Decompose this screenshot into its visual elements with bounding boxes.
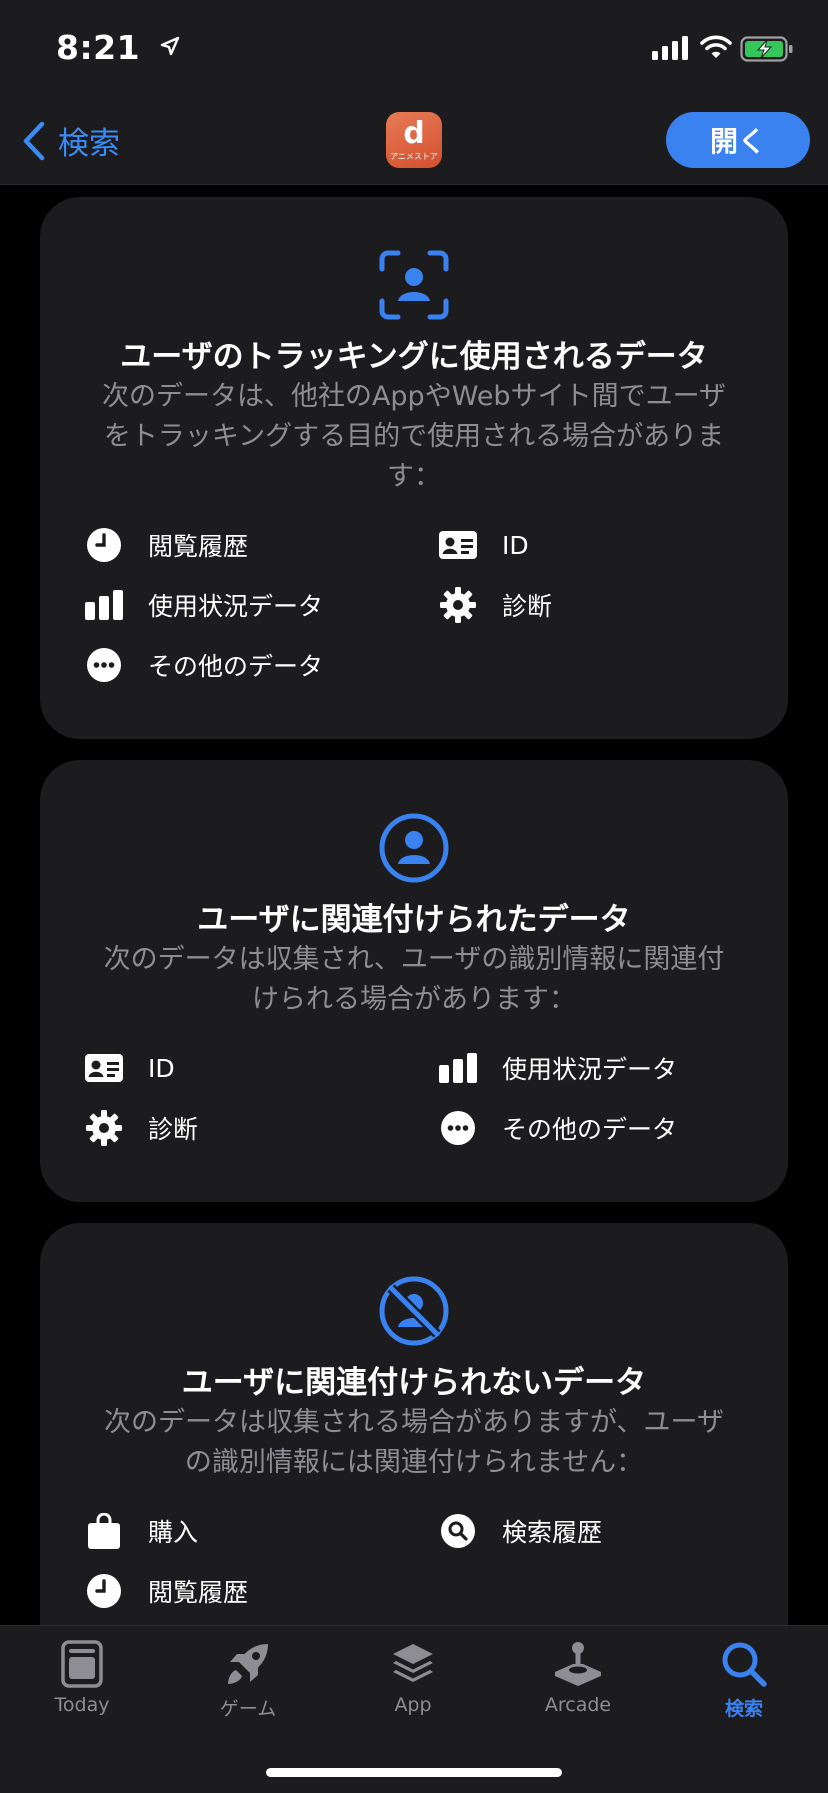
status-bar: 8:21	[0, 0, 828, 96]
card-title: ユーザに関連付けられたデータ	[197, 902, 631, 938]
item-label: ID	[148, 1053, 175, 1083]
item-label: 閲覧履歴	[148, 1578, 249, 1607]
search-icon	[722, 1642, 767, 1687]
tracking-data-card: ユーザのトラッキングに使用されるデータ 次のデータは、他社のAppやWebサイト…	[40, 197, 788, 739]
linked-data-card: ユーザに関連付けられたデータ 次のデータは収集され、ユーザの識別情報に関連付 け…	[40, 760, 788, 1202]
tab-today[interactable]: Today	[12, 1640, 152, 1716]
layers-icon	[393, 1644, 433, 1682]
rocket-icon	[228, 1644, 268, 1684]
tab-label: App	[394, 1694, 432, 1716]
joystick-icon	[555, 1642, 601, 1686]
bar-chart-icon	[438, 1048, 478, 1088]
tab-label: Arcade	[544, 1694, 612, 1716]
chevron-left-icon	[23, 121, 45, 160]
wifi-icon	[700, 35, 732, 58]
item-label: 検索履歴	[502, 1518, 603, 1547]
data-type-item: 診断	[438, 583, 552, 627]
location-arrow-icon	[160, 36, 180, 56]
card-title: ユーザに関連付けられないデータ	[181, 1365, 647, 1401]
data-type-item: ID	[438, 523, 529, 567]
item-label: 使用状況データ	[502, 1055, 678, 1084]
user-tracking-icon	[379, 250, 449, 320]
desc-line: をトラッキングする目的で使用される場合がありま	[103, 421, 725, 452]
tab-apps[interactable]: App	[343, 1640, 483, 1716]
gear-icon	[84, 1108, 124, 1148]
tab-arcade[interactable]: Arcade	[508, 1640, 648, 1716]
app-icon-caption: アニメストア	[390, 151, 438, 161]
item-label: 閲覧履歴	[148, 532, 249, 561]
id-card-icon	[84, 1048, 124, 1088]
data-type-item: 閲覧履歴	[84, 1569, 248, 1613]
item-label: 購入	[148, 1518, 199, 1547]
user-slash-icon	[379, 1276, 449, 1346]
data-type-item: ID	[84, 1046, 175, 1090]
more-icon	[438, 1108, 478, 1148]
gear-icon	[438, 585, 478, 625]
today-icon	[61, 1640, 103, 1688]
desc-line: の識別情報には関連付けられません：	[184, 1447, 644, 1478]
desc-line: 次のデータは、他社のAppやWebサイト間でユーザ	[101, 381, 727, 412]
card-description: 次のデータは収集される場合がありますが、ユーザ の識別情報には関連付けられません…	[84, 1403, 744, 1483]
magnifier-icon	[438, 1511, 478, 1551]
card-description: 次のデータは収集され、ユーザの識別情報に関連付 けられる場合があります：	[84, 940, 744, 1020]
id-card-icon	[438, 525, 478, 565]
item-label: その他のデータ	[148, 652, 324, 681]
item-label: その他のデータ	[502, 1115, 678, 1144]
clock-icon	[84, 1571, 124, 1611]
desc-line: 次のデータは収集される場合がありますが、ユーザ	[104, 1407, 724, 1438]
tab-games[interactable]: ゲーム	[178, 1640, 318, 1721]
shopping-bag-icon	[84, 1511, 124, 1551]
data-type-item: 診断	[84, 1106, 198, 1150]
back-button[interactable]: 検索	[22, 118, 120, 163]
desc-line: けられる場合があります：	[252, 984, 576, 1015]
item-label: 使用状況データ	[148, 592, 324, 621]
back-button-label: 検索	[58, 126, 120, 162]
tab-label: Today	[54, 1694, 110, 1716]
data-type-item: 使用状況データ	[84, 583, 323, 627]
cellular-signal-icon	[652, 36, 688, 60]
data-type-item: 使用状況データ	[438, 1046, 677, 1090]
navigation-bar: 検索 d アニメストア 開く	[0, 96, 828, 185]
status-time: 8:21	[56, 28, 141, 67]
open-button[interactable]: 開く	[666, 112, 810, 168]
user-circle-icon	[379, 813, 449, 883]
tab-search[interactable]: 検索	[674, 1640, 814, 1721]
card-title: ユーザのトラッキングに使用されるデータ	[120, 339, 708, 375]
home-indicator[interactable]	[266, 1768, 562, 1777]
battery-charging-icon	[740, 36, 793, 62]
card-description: 次のデータは、他社のAppやWebサイト間でユーザ をトラッキングする目的で使用…	[84, 377, 744, 497]
data-type-item: その他のデータ	[438, 1106, 677, 1150]
app-icon-letter: d	[403, 115, 425, 151]
data-type-item: 閲覧履歴	[84, 523, 248, 567]
item-label: 診断	[148, 1115, 199, 1144]
desc-line: す：	[387, 461, 441, 492]
not-linked-data-card: ユーザに関連付けられないデータ 次のデータは収集される場合がありますが、ユーザ …	[40, 1223, 788, 1683]
desc-line: 次のデータは収集され、ユーザの識別情報に関連付	[103, 944, 725, 975]
data-type-item: その他のデータ	[84, 643, 323, 687]
item-label: 診断	[502, 592, 553, 621]
tab-label: 検索	[724, 1698, 763, 1720]
more-icon	[84, 645, 124, 685]
app-icon: d アニメストア	[386, 112, 442, 168]
clock-icon	[84, 525, 124, 565]
tab-label: ゲーム	[219, 1698, 277, 1720]
data-type-item: 検索履歴	[438, 1509, 602, 1553]
item-label: ID	[502, 530, 529, 560]
data-type-item: 購入	[84, 1509, 198, 1553]
bar-chart-icon	[84, 585, 124, 625]
